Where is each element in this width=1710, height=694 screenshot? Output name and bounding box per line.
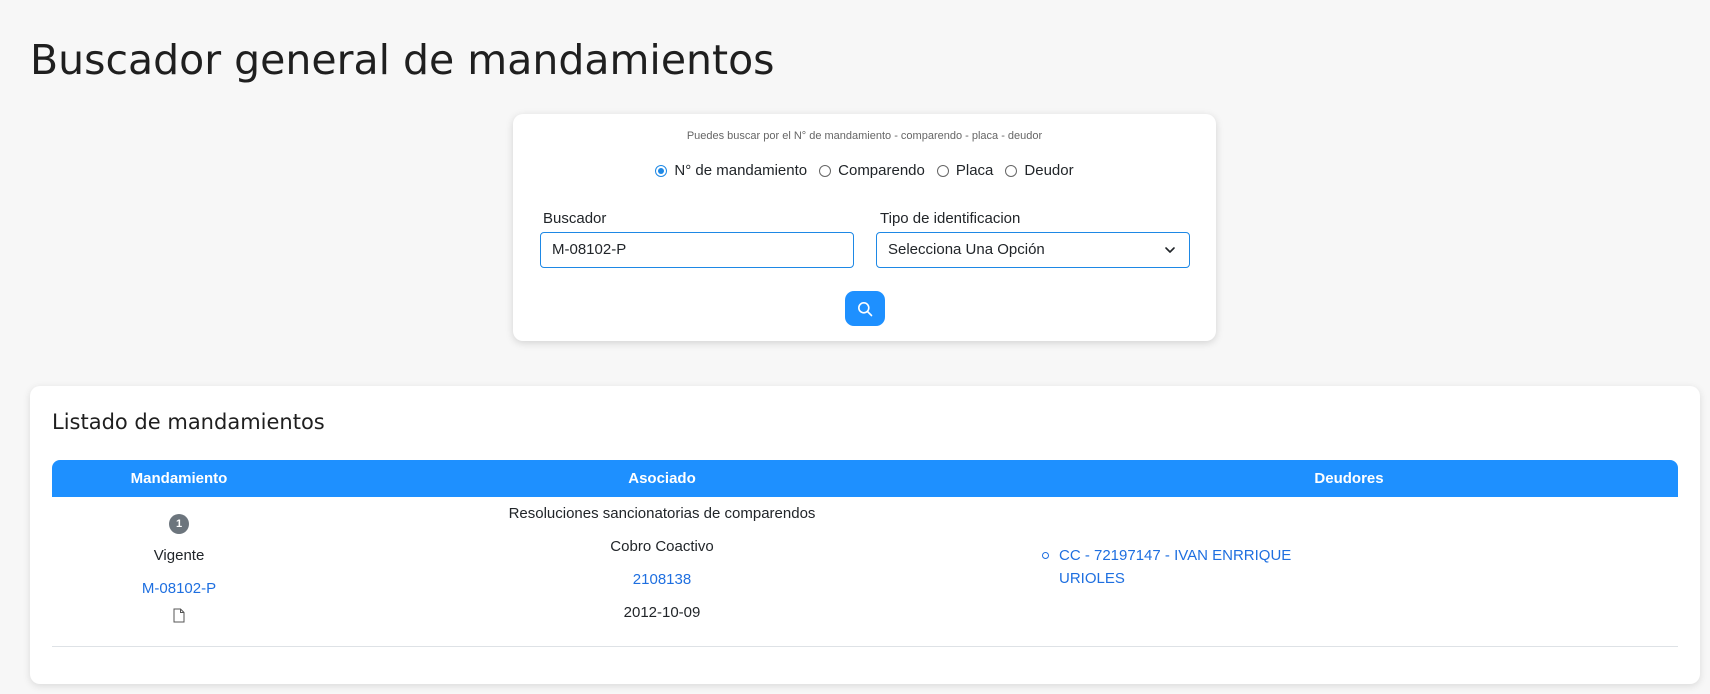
mandamiento-status: Vigente: [153, 547, 205, 564]
radio-mandamiento[interactable]: N° de mandamiento: [655, 162, 807, 179]
search-type-radio-group: N° de mandamiento Comparendo Placa Deudo…: [513, 162, 1216, 179]
deudor-link[interactable]: CC - 72197147 - IVAN ENRRIQUE URIOLES: [1059, 544, 1302, 590]
asociado-tipo: Resoluciones sancionatorias de comparend…: [508, 505, 816, 522]
radio-placa-dot[interactable]: [936, 164, 949, 177]
search-icon: [858, 301, 873, 316]
mandamiento-link[interactable]: M-08102-P: [142, 580, 216, 597]
radio-deudor-label: Deudor: [1024, 162, 1074, 179]
asociado-fecha: 2012-10-09: [623, 604, 701, 621]
radio-deudor-dot[interactable]: [1005, 164, 1018, 177]
tipo-identificacion-label: Tipo de identificacion: [880, 210, 1021, 227]
search-hint: Puedes buscar por el N° de mandamiento -…: [686, 130, 1043, 142]
radio-placa[interactable]: Placa: [936, 162, 994, 179]
page-title: Buscador general de mandamientos: [30, 36, 775, 84]
file-icon[interactable]: [173, 608, 185, 623]
radio-comparendo[interactable]: Comparendo: [819, 162, 925, 179]
chevron-down-icon: [1165, 247, 1175, 253]
column-header-asociado: Asociado: [628, 470, 696, 487]
radio-comparendo-dot[interactable]: [819, 164, 832, 177]
mandamientos-list-card: Listado de mandamientos Mandamiento Asoc…: [30, 386, 1700, 684]
search-button[interactable]: [845, 291, 885, 326]
buscador-label: Buscador: [543, 210, 607, 227]
radio-deudor[interactable]: Deudor: [1005, 162, 1074, 179]
list-item: CC - 72197147 - IVAN ENRRIQUE URIOLES: [1042, 544, 1302, 590]
column-header-deudores: Deudores: [1314, 470, 1384, 487]
deudores-list: CC - 72197147 - IVAN ENRRIQUE URIOLES: [1042, 544, 1302, 590]
row-index-badge: 1: [169, 514, 189, 534]
bullet-icon: [1042, 552, 1049, 559]
radio-placa-label: Placa: [955, 162, 994, 179]
list-title: Listado de mandamientos: [52, 410, 325, 434]
tipo-identificacion-select[interactable]: Selecciona Una Opción: [876, 232, 1190, 268]
asociado-numero-link[interactable]: 2108138: [633, 571, 691, 588]
radio-mandamiento-dot[interactable]: [655, 164, 668, 177]
radio-comparendo-label: Comparendo: [838, 162, 925, 179]
column-header-mandamiento: Mandamiento: [130, 470, 228, 487]
tipo-identificacion-value: Selecciona Una Opción: [888, 241, 1045, 258]
table-header: Mandamiento Asociado Deudores: [52, 460, 1678, 497]
buscador-input[interactable]: M-08102-P: [540, 232, 854, 268]
radio-mandamiento-label: N° de mandamiento: [674, 162, 808, 179]
asociado-proceso: Cobro Coactivo: [610, 538, 714, 555]
table-row: 1 Vigente M-08102-P Resoluciones sancion…: [52, 497, 1678, 647]
search-card: Puedes buscar por el N° de mandamiento -…: [513, 114, 1216, 341]
buscador-input-value: M-08102-P: [552, 241, 627, 258]
